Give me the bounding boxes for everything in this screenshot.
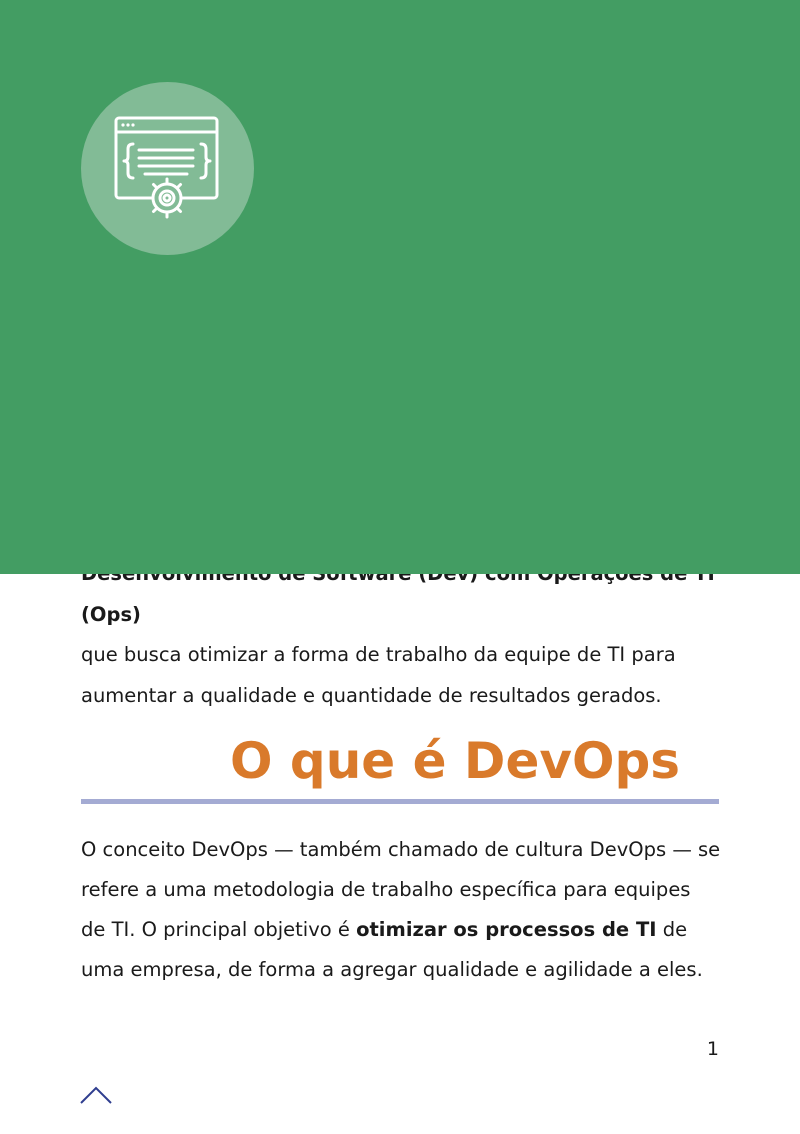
body-text-bold: otimizar os processos de TI xyxy=(356,918,657,941)
code-window-gear-icon xyxy=(114,116,219,219)
header-banner xyxy=(0,0,800,574)
document-page: Desenvolvimento de Software (Dev) com Op… xyxy=(0,0,800,1134)
intro-line-3: aumentar a qualidade e quantidade de res… xyxy=(81,683,662,707)
page-number: 1 xyxy=(706,1038,719,1060)
section-title: O que é DevOps xyxy=(230,732,680,790)
intro-paragraph: Desenvolvimento de Software (Dev) com Op… xyxy=(81,554,721,716)
title-divider xyxy=(81,799,719,804)
intro-line-2: que busca otimizar a forma de trabalho d… xyxy=(81,643,676,666)
chevron-up-icon[interactable] xyxy=(80,1085,112,1105)
body-paragraph: O conceito DevOps — também chamado de cu… xyxy=(81,830,721,990)
logo-badge xyxy=(81,82,254,255)
